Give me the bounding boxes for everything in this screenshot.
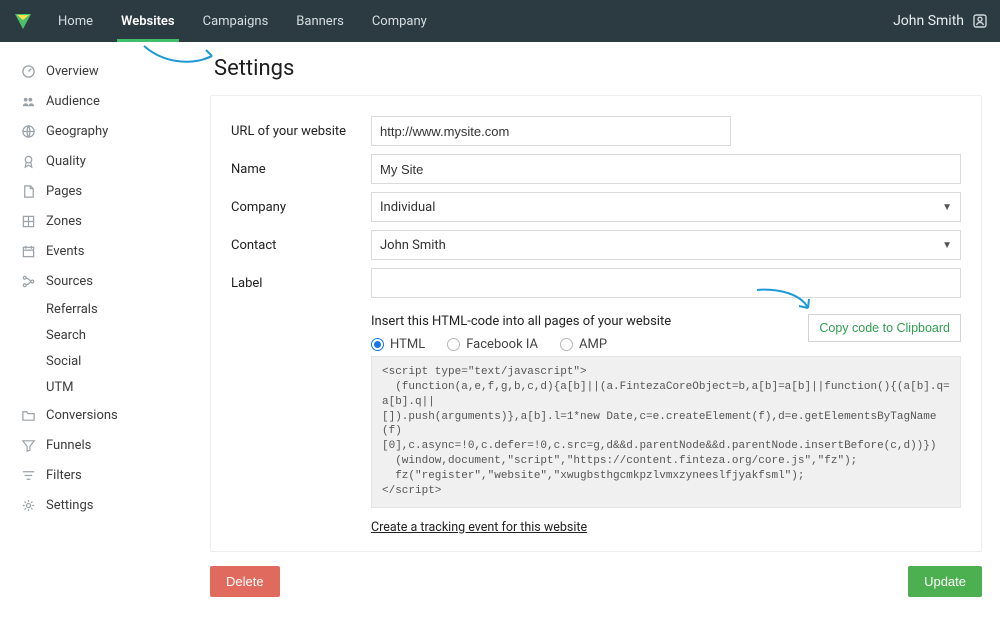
company-label: Company [231,200,371,215]
calendar-icon [20,243,36,259]
badge-icon [20,153,36,169]
page-icon [20,183,36,199]
sidebar-sub-social[interactable]: Social [16,348,210,374]
radio-icon [560,338,573,351]
topbar: Home Websites Campaigns Banners Company … [0,0,1000,42]
sidebar-sub-referrals[interactable]: Referrals [16,296,210,322]
sidebar-item-label: Sources [46,274,93,289]
sidebar-item-zones[interactable]: Zones [16,206,210,236]
sidebar-item-sources[interactable]: Sources [16,266,210,296]
sidebar-item-label: Zones [46,214,82,229]
settings-panel: URL of your website Name Company Individ… [210,95,982,552]
app-logo-icon [12,10,34,32]
sidebar-item-quality[interactable]: Quality [16,146,210,176]
gauge-icon [20,63,36,79]
sidebar-item-label: Quality [46,154,86,169]
sidebar: Overview Audience Geography Quality Page… [0,42,210,621]
funnel-icon [20,437,36,453]
sidebar-item-label: Pages [46,184,82,199]
sidebar-item-filters[interactable]: Filters [16,460,210,490]
sidebar-item-label: Audience [46,94,100,109]
sidebar-item-funnels[interactable]: Funnels [16,430,210,460]
user-name: John Smith [893,13,964,29]
url-input[interactable] [371,116,731,146]
copy-code-button[interactable]: Copy code to Clipboard [808,314,961,342]
sidebar-item-audience[interactable]: Audience [16,86,210,116]
sidebar-item-conversions[interactable]: Conversions [16,400,210,430]
create-tracking-link[interactable]: Create a tracking event for this website [371,520,587,535]
top-nav: Home Websites Campaigns Banners Company [44,0,441,42]
gear-icon [20,497,36,513]
code-tab-html[interactable]: HTML [371,337,425,352]
label-input[interactable] [371,268,961,298]
sidebar-item-overview[interactable]: Overview [16,56,210,86]
radio-icon [447,338,460,351]
nav-company[interactable]: Company [358,0,441,42]
main: Settings URL of your website Name Compan… [210,42,1000,621]
sidebar-sub-search[interactable]: Search [16,322,210,348]
sidebar-item-settings[interactable]: Settings [16,490,210,520]
people-icon [20,93,36,109]
grid-icon [20,213,36,229]
nav-home[interactable]: Home [44,0,107,42]
nav-websites[interactable]: Websites [107,0,189,42]
label-label: Label [231,276,371,291]
chevron-down-icon: ▼ [942,202,952,213]
user-menu[interactable]: John Smith [893,13,988,29]
code-tab-facebook-ia[interactable]: Facebook IA [447,337,538,352]
sidebar-item-label: Filters [46,468,82,483]
sidebar-item-label: Settings [46,498,93,513]
sidebar-item-pages[interactable]: Pages [16,176,210,206]
radio-icon [371,338,384,351]
sidebar-item-label: Funnels [46,438,91,453]
page-title: Settings [214,56,982,81]
folder-icon [20,407,36,423]
sidebar-item-geography[interactable]: Geography [16,116,210,146]
chevron-down-icon: ▼ [942,240,952,251]
sidebar-sub-utm[interactable]: UTM [16,374,210,400]
name-input[interactable] [371,154,961,184]
sidebar-item-label: Conversions [46,408,118,423]
code-tab-amp[interactable]: AMP [560,337,607,352]
filter-icon [20,467,36,483]
sidebar-item-label: Overview [46,64,99,79]
nav-banners[interactable]: Banners [282,0,358,42]
url-label: URL of your website [231,124,371,139]
branch-icon [20,273,36,289]
account-icon [972,13,988,29]
contact-select[interactable]: John Smith ▼ [371,230,961,260]
globe-icon [20,123,36,139]
sidebar-item-label: Geography [46,124,108,139]
nav-campaigns[interactable]: Campaigns [189,0,283,42]
sidebar-item-label: Events [46,244,84,259]
company-select[interactable]: Individual ▼ [371,192,961,222]
contact-label: Contact [231,238,371,253]
name-label: Name [231,162,371,177]
code-textarea[interactable]: <script type="text/javascript"> (functio… [371,356,961,508]
code-section: Insert this HTML-code into all pages of … [231,314,961,535]
sidebar-item-events[interactable]: Events [16,236,210,266]
